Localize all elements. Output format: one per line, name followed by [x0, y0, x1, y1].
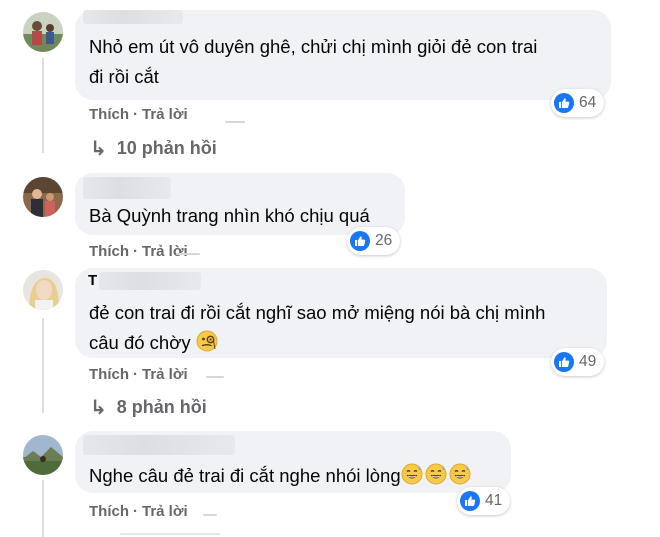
avatar[interactable]	[23, 435, 63, 475]
reply-arrow-icon: ↳	[90, 397, 107, 419]
comment-actions: Thích · Trả lời	[89, 106, 188, 123]
face-with-monocle-emoji	[196, 330, 218, 361]
author-name-blurred[interactable]	[99, 272, 201, 290]
reaction-badge[interactable]: 41	[457, 487, 511, 515]
like-link[interactable]: Thích	[89, 243, 129, 260]
comment-text-line: Bà Quỳnh trang nhìn khó chịu quá	[89, 205, 370, 226]
like-link[interactable]: Thích	[89, 366, 129, 383]
timestamp-blurred	[203, 514, 217, 516]
thread-line	[42, 480, 44, 537]
comment-bubble: Nghe câu đẻ trai đi cắt nghe nhói lòng	[75, 431, 511, 493]
view-replies-link[interactable]: ↳ 10 phản hồi	[90, 136, 217, 161]
comment-actions: Thích · Trả lời	[89, 366, 188, 383]
reply-link[interactable]: Trả lời	[142, 243, 188, 260]
view-replies-link[interactable]: ↳ 8 phản hồi	[90, 395, 207, 420]
replies-count: 8 phản hồi	[116, 397, 207, 417]
timestamp-blurred	[176, 253, 200, 255]
comment-text-part: câu đó chờy	[89, 332, 191, 353]
avatar[interactable]	[23, 270, 63, 310]
comment-actions: Thích · Trả lời	[89, 503, 188, 520]
reaction-badge[interactable]: 26	[347, 227, 401, 255]
author-name-blurred[interactable]	[83, 10, 183, 24]
reaction-count: 26	[375, 232, 393, 249]
comment-actions: Thích · Trả lời	[89, 243, 188, 260]
like-link[interactable]: Thích	[89, 106, 129, 123]
comment-text-line: đẻ con trai đi rồi cắt nghĩ sao mở miệng…	[89, 302, 546, 323]
reply-link[interactable]: Trả lời	[142, 366, 188, 383]
comment-text-line: đi rồi cắt	[89, 66, 159, 87]
author-name-blurred[interactable]	[83, 435, 235, 455]
like-icon	[350, 231, 370, 251]
comment-text-line: câu đó chờy	[89, 328, 218, 361]
comment-bubble: Nhỏ em út vô duyên ghê, chửi chị mình gi…	[75, 10, 611, 100]
grinning-sweat-emoji	[401, 463, 423, 494]
reaction-count: 41	[485, 492, 503, 509]
comment-text-line: Nghe câu đẻ trai đi cắt nghe nhói lòng	[89, 461, 471, 494]
like-icon	[554, 352, 574, 372]
timestamp-blurred	[225, 121, 245, 123]
author-name-blurred[interactable]	[83, 177, 171, 199]
avatar[interactable]	[23, 12, 63, 52]
like-link[interactable]: Thích	[89, 503, 129, 520]
comment-bubble: Bà Quỳnh trang nhìn khó chịu quá	[75, 173, 405, 235]
reply-link[interactable]: Trả lời	[142, 503, 188, 520]
reaction-count: 64	[579, 94, 597, 111]
comment-bubble: T đẻ con trai đi rồi cắt nghĩ sao mở miệ…	[75, 268, 607, 358]
reaction-badge[interactable]: 49	[551, 348, 605, 376]
reply-arrow-icon: ↳	[90, 138, 107, 160]
comment-text-part: Nghe câu đẻ trai đi cắt nghe nhói lòng	[89, 465, 401, 486]
like-icon	[554, 93, 574, 113]
grinning-sweat-emoji	[425, 463, 447, 494]
reaction-count: 49	[579, 353, 597, 370]
timestamp-blurred	[206, 376, 224, 378]
thread-line	[42, 58, 44, 153]
author-name-fragment[interactable]: T	[88, 272, 97, 289]
replies-count: 10 phản hồi	[116, 138, 217, 158]
like-icon	[460, 491, 480, 511]
reaction-badge[interactable]: 64	[551, 89, 605, 117]
cut-off-replies-blurred	[120, 533, 220, 535]
comment-text-line: Nhỏ em út vô duyên ghê, chửi chị mình gi…	[89, 36, 538, 57]
reply-link[interactable]: Trả lời	[142, 106, 188, 123]
thread-line	[42, 318, 44, 413]
avatar[interactable]	[23, 177, 63, 217]
